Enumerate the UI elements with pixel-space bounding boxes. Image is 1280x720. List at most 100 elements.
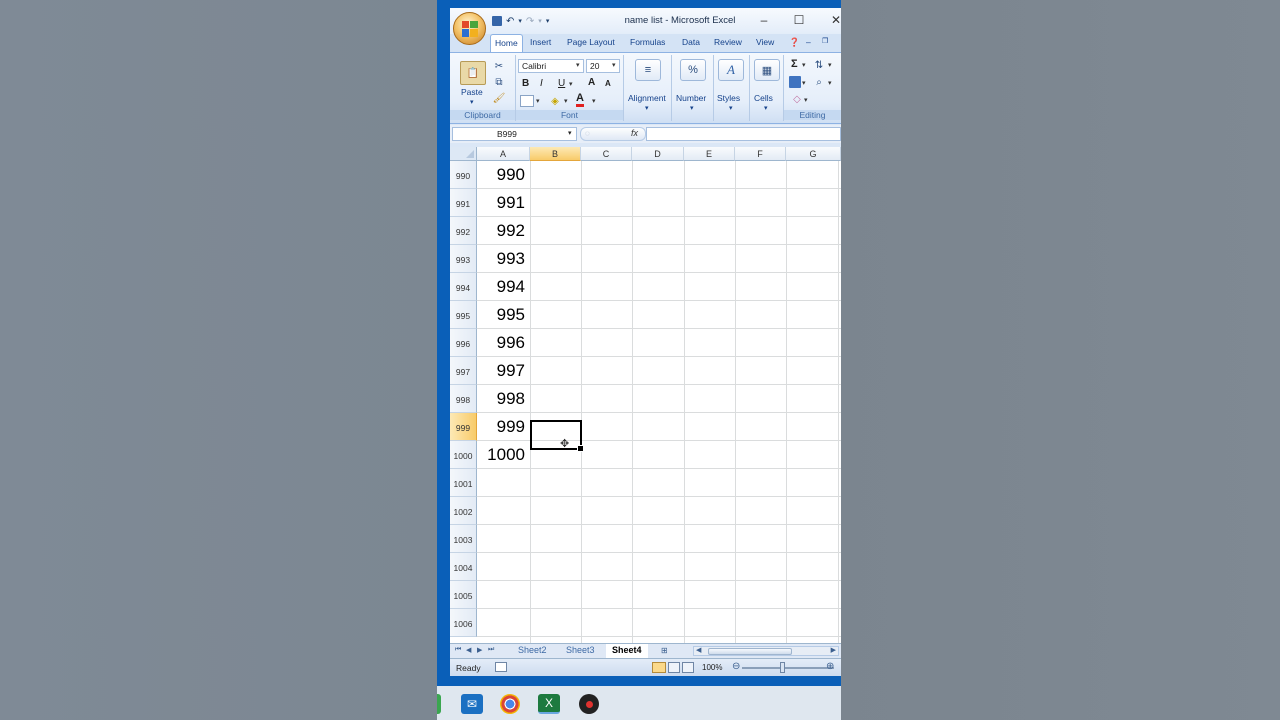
borders-icon[interactable] [520, 95, 534, 107]
help-icon[interactable]: ❓ [789, 37, 800, 48]
underline-dropdown-icon[interactable]: ▾ [569, 80, 573, 88]
font-family-select[interactable]: Calibri [518, 59, 584, 73]
font-color-icon[interactable]: A [576, 93, 584, 107]
cell-a[interactable]: 995 [477, 301, 528, 329]
font-size-dropdown-icon[interactable]: ▾ [612, 61, 616, 69]
cell-a[interactable]: 999 [477, 413, 528, 441]
macro-record-icon[interactable] [495, 662, 507, 672]
cell-a[interactable] [477, 609, 528, 637]
bold-button[interactable]: B [522, 78, 529, 89]
customize-qat-icon[interactable]: ▾ [546, 17, 550, 25]
last-sheet-icon[interactable]: ⏭ [488, 646, 494, 654]
cell-a[interactable]: 994 [477, 273, 528, 301]
number-label[interactable]: Number [676, 93, 706, 103]
row-header[interactable]: 992 [450, 217, 477, 245]
close-button[interactable]: ✕ [826, 12, 841, 28]
scroll-right-icon[interactable]: ▶ [831, 646, 836, 654]
column-header-c[interactable]: C [581, 147, 632, 161]
chrome-icon[interactable] [500, 694, 520, 714]
cell-a[interactable]: 992 [477, 217, 528, 245]
row-header[interactable]: 1003 [450, 525, 477, 553]
cell-a[interactable] [477, 469, 528, 497]
page-break-view-icon[interactable] [682, 662, 694, 673]
cut-icon[interactable]: ✂ [492, 59, 506, 73]
column-header-f[interactable]: F [735, 147, 786, 161]
tab-page-layout[interactable]: Page Layout [567, 37, 615, 47]
row-header[interactable]: 999 [450, 413, 477, 441]
page-layout-view-icon[interactable] [668, 662, 680, 673]
cell-a[interactable] [477, 553, 528, 581]
number-dropdown-icon[interactable]: ▾ [690, 104, 694, 112]
row-header[interactable]: 1001 [450, 469, 477, 497]
first-sheet-icon[interactable]: ⏮ [455, 646, 461, 654]
format-painter-icon[interactable]: 🖌 [492, 91, 506, 105]
tab-insert[interactable]: Insert [530, 37, 551, 47]
fill-color-icon[interactable]: ◈ [548, 94, 562, 108]
alignment-label[interactable]: Alignment [628, 93, 666, 103]
fill-dropdown-icon[interactable]: ▾ [802, 79, 806, 87]
row-header[interactable]: 991 [450, 189, 477, 217]
tab-review[interactable]: Review [714, 37, 742, 47]
column-header-a[interactable]: A [477, 147, 530, 161]
minimize-button[interactable]: – [754, 12, 774, 28]
row-header[interactable]: 998 [450, 385, 477, 413]
zoom-level[interactable]: 100% [702, 663, 722, 672]
app-record-icon[interactable] [579, 694, 599, 714]
next-sheet-icon[interactable]: ▶ [477, 646, 482, 654]
clear-icon[interactable]: ◇ [790, 93, 804, 105]
active-cell-b999[interactable] [530, 420, 584, 452]
row-header[interactable]: 997 [450, 357, 477, 385]
cells-label[interactable]: Cells [754, 93, 773, 103]
fill-icon[interactable] [789, 76, 801, 88]
cell-a[interactable] [477, 497, 528, 525]
alignment-dropdown-icon[interactable]: ▾ [645, 104, 649, 112]
styles-icon[interactable]: A [718, 59, 744, 81]
select-all-corner[interactable] [450, 147, 477, 161]
name-box[interactable]: B999 [452, 127, 577, 141]
autosum-icon[interactable]: Σ [791, 58, 798, 70]
row-header[interactable]: 1002 [450, 497, 477, 525]
column-header-b[interactable]: B [530, 147, 581, 161]
sort-filter-icon[interactable]: ⇅ [812, 58, 826, 72]
redo-dropdown-icon[interactable]: ▾ [538, 17, 542, 25]
horizontal-scrollbar[interactable]: ◀ ▶ [693, 646, 839, 656]
cell-a[interactable]: 996 [477, 329, 528, 357]
undo-dropdown-icon[interactable]: ▾ [518, 17, 522, 25]
redo-icon[interactable]: ↷ [526, 16, 534, 27]
clear-dropdown-icon[interactable]: ▾ [804, 96, 808, 104]
formula-input[interactable] [646, 127, 841, 141]
mail-icon[interactable]: ✉ [461, 694, 483, 714]
styles-label[interactable]: Styles [717, 93, 740, 103]
ribbon-restore-icon[interactable]: ❐ [822, 37, 828, 45]
italic-button[interactable]: I [540, 78, 543, 89]
fill-color-dropdown-icon[interactable]: ▾ [564, 97, 568, 105]
shrink-font-icon[interactable]: A [605, 79, 611, 88]
maximize-button[interactable]: ☐ [789, 12, 809, 28]
autosum-dropdown-icon[interactable]: ▾ [802, 61, 806, 69]
tab-data[interactable]: Data [682, 37, 700, 47]
paste-dropdown-icon[interactable]: ▾ [470, 98, 474, 106]
cell-a[interactable] [477, 581, 528, 609]
sheet-tab-sheet2[interactable]: Sheet2 [512, 644, 553, 658]
cell-a[interactable]: 991 [477, 189, 528, 217]
copy-icon[interactable]: ⧉ [492, 75, 506, 89]
font-family-dropdown-icon[interactable]: ▾ [576, 61, 580, 69]
grow-font-icon[interactable]: A [588, 77, 595, 88]
paste-icon[interactable]: 📋 [460, 61, 486, 85]
find-select-dropdown-icon[interactable]: ▾ [828, 79, 832, 87]
cell-a[interactable]: 1000 [477, 441, 528, 469]
number-format-icon[interactable]: % [680, 59, 706, 81]
excel-taskbar-icon[interactable]: X [538, 694, 560, 714]
sheet-tab-sheet3[interactable]: Sheet3 [560, 644, 601, 658]
sheet-tab-sheet4[interactable]: Sheet4 [606, 644, 648, 658]
normal-view-icon[interactable] [652, 662, 666, 673]
underline-button[interactable]: U [558, 78, 565, 89]
insert-sheet-icon[interactable]: ⊞ [661, 646, 668, 655]
zoom-out-icon[interactable]: ⊖ [732, 661, 740, 672]
column-header-g[interactable]: G [786, 147, 841, 161]
row-header[interactable]: 1006 [450, 609, 477, 637]
zoom-slider[interactable] [742, 667, 834, 669]
tab-view[interactable]: View [756, 37, 774, 47]
alignment-icon[interactable]: ≡ [635, 59, 661, 81]
row-header[interactable]: 1000 [450, 441, 477, 469]
